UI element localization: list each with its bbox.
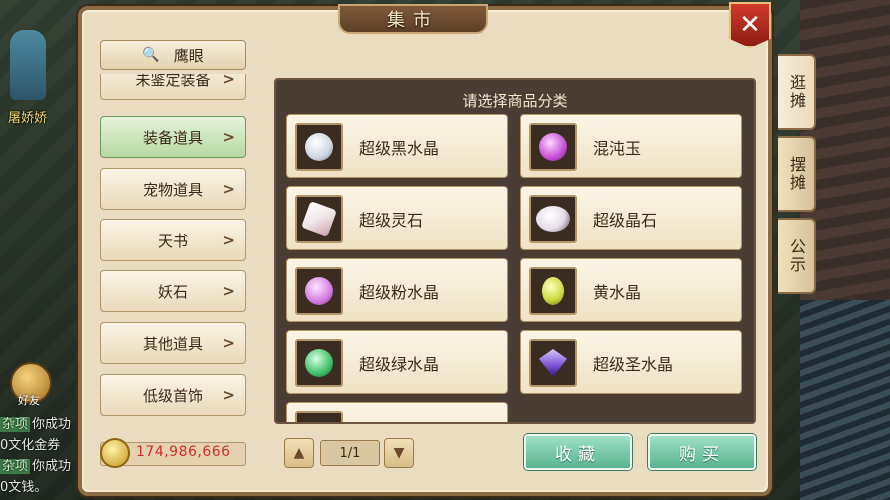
goods-item[interactable]: 超级晶石 — [520, 186, 742, 250]
category-item[interactable]: 未鉴定装备 > — [100, 74, 246, 100]
page-indicator: 1/1 — [320, 440, 380, 466]
pink-crystal-icon — [305, 277, 333, 305]
chaos-jade-icon — [539, 133, 567, 161]
category-label: 低级首饰 — [142, 386, 203, 405]
category-column: 🔍 鹰眼 未鉴定装备 > 装备道具 > 宠物道具 > 天书 > 妖石 > 其他道… — [88, 30, 258, 470]
item-thumbnail — [295, 411, 343, 422]
holy-crystal-icon — [539, 349, 567, 377]
item-name: 超级灵石 — [359, 211, 424, 230]
item-thumbnail — [295, 339, 343, 387]
chevron-right-icon: > — [222, 128, 235, 146]
category-item-active[interactable]: 装备道具 > — [100, 116, 246, 158]
category-label: 宠物道具 — [142, 180, 203, 199]
npc-name: 屠娇娇 — [8, 111, 48, 126]
goods-item[interactable]: 超级黑水晶 — [286, 114, 508, 178]
chat-tag: 杂项 — [0, 417, 31, 432]
category-item[interactable]: 宠物道具 > — [100, 168, 246, 210]
category-label: 装备道具 — [142, 128, 203, 147]
chat-line: 杂项 你成功 — [0, 414, 78, 435]
chat-tag: 杂项 — [0, 459, 31, 474]
chat-text: 你成功 — [32, 417, 72, 432]
money-amount: 174,986,666 — [136, 444, 231, 460]
search-label: 鹰眼 — [173, 46, 204, 65]
chevron-right-icon: > — [222, 334, 235, 352]
chat-text: 你成功 — [32, 459, 72, 474]
npc-character[interactable] — [10, 30, 46, 100]
item-thumbnail — [529, 123, 577, 171]
category-label: 未鉴定装备 — [135, 74, 211, 89]
goods-panel-title: 请选择商品分类 — [462, 92, 568, 110]
item-name: 超级粉水晶 — [359, 283, 440, 302]
item-thumbnail — [295, 195, 343, 243]
item-name: 超级晶石 — [593, 211, 658, 230]
coin-icon — [100, 438, 130, 468]
friend-label: 好友 — [18, 394, 40, 407]
category-label: 妖石 — [157, 282, 188, 301]
page-down-button[interactable]: ▼ — [384, 438, 414, 468]
category-list[interactable]: 未鉴定装备 > 装备道具 > 宠物道具 > 天书 > 妖石 > 其他道具 > 低… — [100, 74, 246, 458]
item-name: 超级绿水晶 — [359, 355, 440, 374]
tab-set-up-stall[interactable]: 摆摊 — [778, 136, 816, 212]
goods-item-partial[interactable] — [286, 402, 508, 422]
item-thumbnail — [529, 339, 577, 387]
item-thumbnail — [295, 267, 343, 315]
close-button[interactable]: ✕ — [729, 2, 771, 48]
chevron-down-icon: ▼ — [393, 445, 405, 461]
close-icon: ✕ — [739, 10, 761, 40]
category-item[interactable]: 妖石 > — [100, 270, 246, 312]
building-roof — [800, 300, 890, 500]
chevron-right-icon: > — [222, 180, 235, 198]
tab-public-notice[interactable]: 公示 — [778, 218, 816, 294]
goods-item[interactable]: 混沌玉 — [520, 114, 742, 178]
category-item[interactable]: 天书 > — [100, 219, 246, 261]
page-up-button[interactable]: ▲ — [284, 438, 314, 468]
spirit-stone-icon — [301, 201, 337, 237]
chevron-right-icon: > — [222, 282, 235, 300]
chevron-up-icon: ▲ — [293, 445, 305, 461]
chat-log: 杂项 你成功 0文化金券 杂项 你成功 0文钱。 — [0, 414, 78, 498]
tab-browse-stalls[interactable]: 逛摊 — [778, 54, 816, 130]
panel-title: 集市 — [338, 4, 488, 34]
chat-line: 0文化金券 — [0, 435, 78, 456]
goods-item[interactable]: 超级灵石 — [286, 186, 508, 250]
buy-button[interactable]: 购买 — [648, 434, 756, 470]
chevron-right-icon: > — [222, 386, 235, 404]
super-crystal-stone-icon — [536, 206, 570, 232]
category-item[interactable]: 其他道具 > — [100, 322, 246, 364]
category-label: 天书 — [157, 231, 188, 250]
chat-line: 0文钱。 — [0, 477, 78, 498]
item-name: 超级圣水晶 — [593, 355, 674, 374]
item-thumbnail — [295, 123, 343, 171]
item-name: 黄水晶 — [593, 283, 642, 302]
goods-item[interactable]: 超级圣水晶 — [520, 330, 742, 394]
category-item[interactable]: 低级首饰 > — [100, 374, 246, 416]
chat-line: 杂项 你成功 — [0, 456, 78, 477]
goods-panel: 请选择商品分类 超级黑水晶 混沌玉 超级灵石 超级晶石 超级粉水晶 黄水晶 超级… — [274, 78, 756, 424]
eagle-eye-search-button[interactable]: 🔍 鹰眼 — [100, 40, 246, 70]
yellow-crystal-icon — [542, 277, 564, 305]
chevron-right-icon: > — [222, 74, 235, 88]
category-label: 其他道具 — [142, 334, 203, 353]
chat-text: 0文钱。 — [0, 480, 48, 495]
green-crystal-icon — [305, 349, 333, 377]
goods-item[interactable]: 超级粉水晶 — [286, 258, 508, 322]
search-icon: 🔍 — [142, 47, 160, 63]
goods-item[interactable]: 超级绿水晶 — [286, 330, 508, 394]
item-name: 混沌玉 — [593, 139, 642, 158]
goods-item[interactable]: 黄水晶 — [520, 258, 742, 322]
item-thumbnail — [529, 267, 577, 315]
chat-text: 0文化金券 — [0, 438, 61, 453]
item-name: 超级黑水晶 — [359, 139, 440, 158]
item-thumbnail — [529, 195, 577, 243]
favorite-button[interactable]: 收藏 — [524, 434, 632, 470]
black-crystal-icon — [305, 133, 333, 161]
chevron-right-icon: > — [222, 231, 235, 249]
